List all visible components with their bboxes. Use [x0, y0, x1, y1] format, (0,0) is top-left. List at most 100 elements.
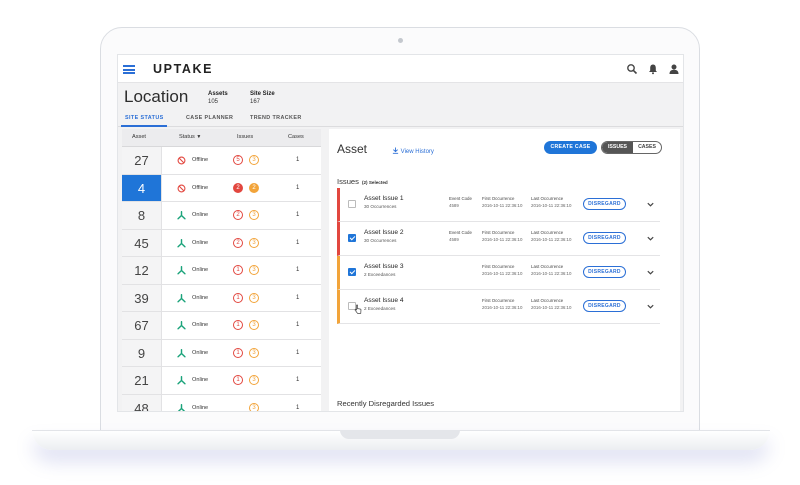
tab-trend-tracker[interactable]: TREND TRACKER [250, 115, 302, 121]
asset-id: 21 [122, 367, 162, 394]
table-row[interactable]: 4 Offline 2 2 1 [122, 174, 321, 202]
status-text: Online [192, 349, 209, 356]
table-row[interactable]: 39 Online 1 3 1 [122, 284, 321, 312]
offline-icon [177, 184, 186, 192]
disregard-button[interactable]: DISREGARD [583, 266, 626, 278]
asset-id: 27 [122, 147, 162, 174]
cases-count: 1 [296, 349, 300, 356]
tab-site-status[interactable]: SITE STATUS [125, 115, 164, 121]
menu-icon[interactable] [123, 65, 135, 74]
first-occurrence-value: 2016-10-11 22:36:10 [482, 203, 523, 208]
last-occurrence-label: Last Occurrence [531, 298, 564, 303]
first-occurrence-label: First Occurrence [482, 196, 515, 201]
warning-issue-count: 3 [249, 347, 259, 358]
asset-id: 8 [122, 202, 162, 229]
warning-issue-count: 3 [249, 320, 259, 330]
warning-issue-count: 3 [249, 402, 259, 411]
column-issues[interactable]: Issues [237, 134, 253, 140]
chevron-down-icon[interactable] [646, 302, 655, 311]
cases-count: 1 [296, 294, 300, 301]
status-text: Online [192, 322, 209, 328]
toggle-issues[interactable]: ISSUES [602, 142, 633, 153]
first-occurrence-label: First Occurrence [482, 298, 515, 303]
toggle-cases[interactable]: CASES [633, 142, 661, 153]
asset-id: 4 [122, 174, 162, 201]
view-history-link[interactable]: View History [392, 147, 434, 155]
last-occurrence-value: 2016-10-11 22:36:10 [531, 237, 572, 242]
disregard-button[interactable]: DISREGARD [583, 198, 626, 210]
disregard-button[interactable]: DISREGARD [583, 232, 626, 244]
disregard-button[interactable]: DISREGARD [583, 300, 626, 312]
app-screen: UPTAKE Location Assets 105 Site Size 167 S… [117, 54, 684, 412]
online-icon [177, 321, 186, 330]
history-icon [392, 147, 399, 154]
stat-value: 105 [208, 99, 219, 105]
location-header: Location Assets 105 Site Size 167 [118, 83, 683, 111]
issue-occurrences: 2 Exceedances [364, 272, 396, 277]
chevron-down-icon[interactable] [646, 268, 655, 277]
table-row[interactable]: 67 Online 1 3 1 [122, 312, 321, 340]
stat-site-size: Site Size 167 [250, 90, 275, 106]
event-code-label: Event Code [449, 230, 472, 235]
issue-checkbox[interactable] [348, 200, 356, 208]
online-icon [177, 293, 186, 302]
status-text: Offline [192, 184, 209, 191]
warning-issue-count: 3 [249, 292, 259, 303]
issue-name: Asset Issue 2 [364, 229, 404, 236]
table-row[interactable]: 12 Online 1 3 1 [122, 257, 321, 285]
issue-row[interactable]: Asset Issue 4 2 Exceedances First Occurren… [337, 290, 660, 324]
issue-row[interactable]: Asset Issue 3 2 Exceedances First Occurren… [337, 256, 660, 290]
warning-issue-count: 3 [249, 375, 259, 385]
issue-row[interactable]: Asset Issue 1 30 Occurrences Event Code 458… [337, 188, 660, 222]
cases-count: 1 [296, 322, 300, 328]
cursor-icon [354, 304, 362, 314]
table-row[interactable]: 27 Offline 5 3 1 [122, 147, 321, 175]
column-asset[interactable]: Asset [132, 134, 146, 140]
issue-checkbox[interactable] [348, 268, 356, 276]
table-row[interactable]: 45 Online 2 3 1 [122, 229, 321, 257]
warning-issue-count: 3 [249, 155, 259, 165]
chevron-down-icon[interactable] [646, 200, 655, 209]
first-occurrence-value: 2016-10-11 22:36:10 [482, 305, 523, 310]
issue-name: Asset Issue 4 [364, 297, 404, 304]
user-icon[interactable] [668, 63, 680, 75]
issue-occurrences: 30 Occurrences [364, 238, 397, 243]
issue-row[interactable]: Asset Issue 2 30 Occurrences Event Code 458… [337, 222, 660, 256]
offline-icon [177, 156, 186, 165]
critical-issue-count: 1 [233, 292, 243, 303]
chevron-down-icon[interactable] [646, 234, 655, 243]
issue-checkbox[interactable] [348, 234, 356, 242]
table-row[interactable]: 9 Online 1 3 1 [122, 339, 321, 367]
critical-issue-count: 2 [233, 182, 243, 193]
active-tab-indicator [121, 125, 167, 127]
online-icon [177, 348, 186, 357]
issues-title: Issues [337, 177, 359, 186]
online-icon [177, 376, 186, 385]
cases-count: 1 [296, 267, 300, 273]
search-icon[interactable] [626, 63, 638, 75]
table-header: Asset Status ▼ Issues Cases [122, 129, 321, 147]
table-row[interactable]: 8 Online 2 3 1 [122, 202, 321, 230]
laptop-notch [340, 430, 460, 439]
last-occurrence-value: 2016-10-11 22:36:10 [531, 305, 572, 310]
create-case-button[interactable]: CREATE CASE [544, 141, 597, 154]
event-code-value: 4589 [449, 203, 459, 208]
disregarded-section-title: Recently Disregarded Issues [337, 399, 435, 408]
column-status[interactable]: Status ▼ [179, 134, 201, 140]
view-history-label: View History [400, 149, 434, 155]
asset-id: 48 [122, 394, 162, 411]
sort-down-icon: ▼ [196, 134, 202, 140]
asset-id: 67 [122, 312, 162, 339]
table-row[interactable]: 48 Online 3 1 [122, 394, 321, 411]
tab-case-planner[interactable]: CASE PLANNER [186, 115, 233, 121]
column-cases[interactable]: Cases [288, 134, 304, 140]
status-text: Online [192, 239, 209, 246]
stat-label: Assets [208, 91, 228, 97]
tab-bar: SITE STATUS CASE PLANNER TREND TRACKER [118, 113, 683, 127]
status-text: Offline [192, 157, 209, 163]
bell-icon[interactable] [647, 63, 659, 75]
table-row[interactable]: 21 Online 1 3 1 [122, 367, 321, 395]
issues-cases-toggle[interactable]: ISSUES CASES [601, 141, 662, 154]
column-status-label: Status [179, 134, 195, 140]
status-text: Online [192, 212, 209, 218]
